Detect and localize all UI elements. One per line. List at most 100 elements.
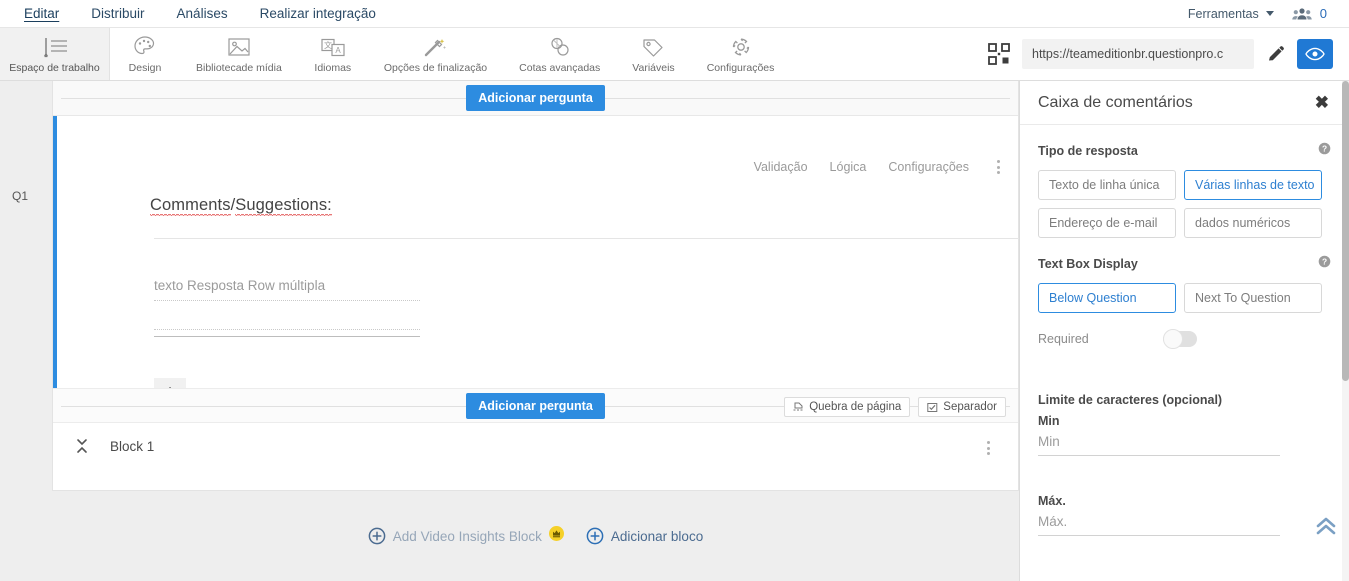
text-box-display-label-row: Text Box Display ? bbox=[1038, 255, 1331, 273]
eye-icon bbox=[1305, 47, 1325, 61]
response-type-options: Texto de linha única Várias linhas de te… bbox=[1038, 170, 1331, 238]
top-navigation-bar: Editar Distribuir Análises Realizar inte… bbox=[0, 0, 1349, 28]
response-type-option-email[interactable]: Endereço de e-mail bbox=[1038, 208, 1176, 238]
max-field-group: Máx. bbox=[1038, 494, 1280, 536]
pencil-icon[interactable] bbox=[1266, 45, 1285, 64]
panel-header: Caixa de comentários ✖ bbox=[1020, 81, 1349, 125]
response-type-option-numeric[interactable]: dados numéricos bbox=[1184, 208, 1322, 238]
survey-url-text: https://teameditionbr.questionpro.c bbox=[1032, 47, 1224, 61]
people-icon bbox=[1292, 7, 1312, 19]
toolbar-item-media-library[interactable]: Bibliotecade mídia bbox=[180, 28, 298, 80]
add-question-button-top[interactable]: Adicionar pergunta bbox=[466, 85, 605, 111]
chevron-down-icon bbox=[1265, 11, 1274, 16]
question-kebab-menu-icon[interactable] bbox=[991, 156, 1006, 178]
top-nav-items: Editar Distribuir Análises Realizar inte… bbox=[0, 0, 392, 28]
gear-icon bbox=[729, 34, 753, 58]
question-card: Validação Lógica Configurações Comments/… bbox=[53, 116, 1019, 407]
nav-item-distribuir[interactable]: Distribuir bbox=[75, 0, 160, 28]
answer-row-3[interactable] bbox=[154, 336, 420, 337]
page-break-icon bbox=[793, 402, 804, 410]
response-type-label: Tipo de resposta bbox=[1038, 144, 1138, 158]
answer-row-2[interactable] bbox=[154, 307, 420, 330]
variaveis-label: Variáveis bbox=[632, 62, 675, 74]
quotas-icon bbox=[547, 34, 573, 58]
palette-icon bbox=[133, 34, 157, 58]
help-icon[interactable]: ? bbox=[1318, 142, 1331, 160]
answer-row-3-text bbox=[154, 336, 420, 337]
nav-item-analises[interactable]: Análises bbox=[161, 0, 244, 28]
media-library-icon bbox=[226, 34, 252, 58]
preview-button[interactable] bbox=[1297, 39, 1333, 69]
separator-label: Separador bbox=[943, 401, 997, 413]
add-question-bar-bottom: Adicionar pergunta Quebra de página Sepa… bbox=[53, 388, 1018, 423]
max-input[interactable] bbox=[1038, 508, 1280, 536]
cotas-avancadas-label: Cotas avançadas bbox=[519, 62, 601, 74]
toolbar-item-configuracoes[interactable]: Configurações bbox=[691, 28, 791, 80]
tag-icon bbox=[640, 34, 666, 58]
configuracoes-label: Configurações bbox=[706, 62, 775, 74]
question-tool-validacao[interactable]: Validação bbox=[754, 160, 808, 174]
text-box-display-option-below[interactable]: Below Question bbox=[1038, 283, 1176, 313]
magic-wand-icon bbox=[422, 34, 448, 58]
nav-item-editar[interactable]: Editar bbox=[8, 0, 75, 28]
toolbar-item-cotas-avancadas[interactable]: Cotas avançadas bbox=[503, 28, 616, 80]
add-question-bar-top: Adicionar pergunta bbox=[53, 81, 1018, 116]
required-row: Required bbox=[1038, 329, 1331, 349]
toolbar-item-idiomas[interactable]: 文 A Idiomas bbox=[298, 28, 368, 80]
toolbar-item-design[interactable]: Design bbox=[110, 28, 180, 80]
opcoes-finalizacao-label: Opções de finalização bbox=[383, 62, 488, 74]
add-block-label: Adicionar bloco bbox=[610, 528, 704, 544]
collaborators-button[interactable]: 0 bbox=[1292, 6, 1327, 21]
workspace-icon bbox=[40, 34, 70, 58]
question-number-label: Q1 bbox=[12, 189, 29, 203]
question-title-underline bbox=[154, 238, 1019, 239]
answer-row-2-text bbox=[154, 307, 420, 330]
question-tool-logica[interactable]: Lógica bbox=[830, 160, 867, 174]
response-type-option-single-line[interactable]: Texto de linha única bbox=[1038, 170, 1176, 200]
svg-text:文: 文 bbox=[324, 40, 332, 50]
question-tool-configuracoes[interactable]: Configurações bbox=[888, 160, 969, 174]
nav-item-realizar-integracao[interactable]: Realizar integração bbox=[244, 0, 392, 28]
toolbar-item-opcoes-finalizacao[interactable]: Opções de finalização bbox=[368, 28, 503, 80]
add-video-insights-block-label: Add Video Insights Block bbox=[392, 528, 542, 544]
text-box-display-options: Below Question Next To Question bbox=[1038, 283, 1331, 313]
page-break-label: Quebra de página bbox=[809, 401, 902, 413]
close-icon[interactable]: ✖ bbox=[1315, 94, 1329, 111]
survey-url-box[interactable]: https://teameditionbr.questionpro.c bbox=[1022, 39, 1254, 69]
page-tools-group: Quebra de página Separador bbox=[784, 397, 1006, 417]
question-title[interactable]: Comments/Suggestions: bbox=[150, 196, 332, 216]
premium-crown-badge bbox=[548, 526, 564, 546]
toolbar-right-group: https://teameditionbr.questionpro.c bbox=[988, 28, 1349, 80]
help-icon[interactable]: ? bbox=[1318, 255, 1331, 273]
plus-circle-icon bbox=[368, 527, 386, 545]
answer-row-1[interactable]: texto Resposta Row múltipla bbox=[154, 278, 420, 301]
survey-work-area: Q1 Adicionar pergunta Validação Lógica C… bbox=[0, 81, 1019, 581]
text-box-display-option-next-to[interactable]: Next To Question bbox=[1184, 283, 1322, 313]
toolbar-item-workspace[interactable]: Espaço de trabalho bbox=[0, 28, 110, 80]
block-actions-row: Add Video Insights Block Adicionar bloco bbox=[52, 491, 1019, 581]
scroll-to-top-button[interactable] bbox=[1313, 514, 1339, 543]
add-block-button[interactable]: Adicionar bloco bbox=[586, 527, 703, 545]
media-library-label: Bibliotecade mídia bbox=[196, 62, 282, 74]
separator-button[interactable]: Separador bbox=[918, 397, 1006, 417]
add-question-button-bottom[interactable]: Adicionar pergunta bbox=[466, 392, 605, 419]
plus-circle-icon bbox=[586, 527, 604, 545]
panel-scrollbar[interactable] bbox=[1342, 81, 1349, 581]
response-type-option-multi-line[interactable]: Várias linhas de texto bbox=[1184, 170, 1322, 200]
design-label: Design bbox=[128, 62, 162, 74]
character-limit-label: Limite de caracteres (opcional) bbox=[1038, 393, 1223, 407]
block-kebab-menu-icon[interactable] bbox=[981, 437, 996, 459]
toolbar-items: Design Bibliotecade mídia 文 A Idiomas Op… bbox=[110, 28, 790, 80]
qr-code-icon[interactable] bbox=[988, 43, 1010, 65]
text-box-display-label: Text Box Display bbox=[1038, 257, 1138, 271]
min-input[interactable] bbox=[1038, 428, 1280, 456]
add-video-insights-block-button[interactable]: Add Video Insights Block bbox=[368, 526, 564, 546]
collapse-icon[interactable] bbox=[75, 437, 89, 460]
page-break-button[interactable]: Quebra de página bbox=[784, 397, 911, 417]
required-toggle[interactable] bbox=[1162, 329, 1197, 349]
block-name-label[interactable]: Block 1 bbox=[110, 439, 154, 454]
question-toolbar: Validação Lógica Configurações bbox=[754, 156, 1006, 178]
toolbar-item-variaveis[interactable]: Variáveis bbox=[616, 28, 690, 80]
separator-icon bbox=[927, 402, 938, 412]
tools-dropdown[interactable]: Ferramentas bbox=[1188, 7, 1274, 21]
